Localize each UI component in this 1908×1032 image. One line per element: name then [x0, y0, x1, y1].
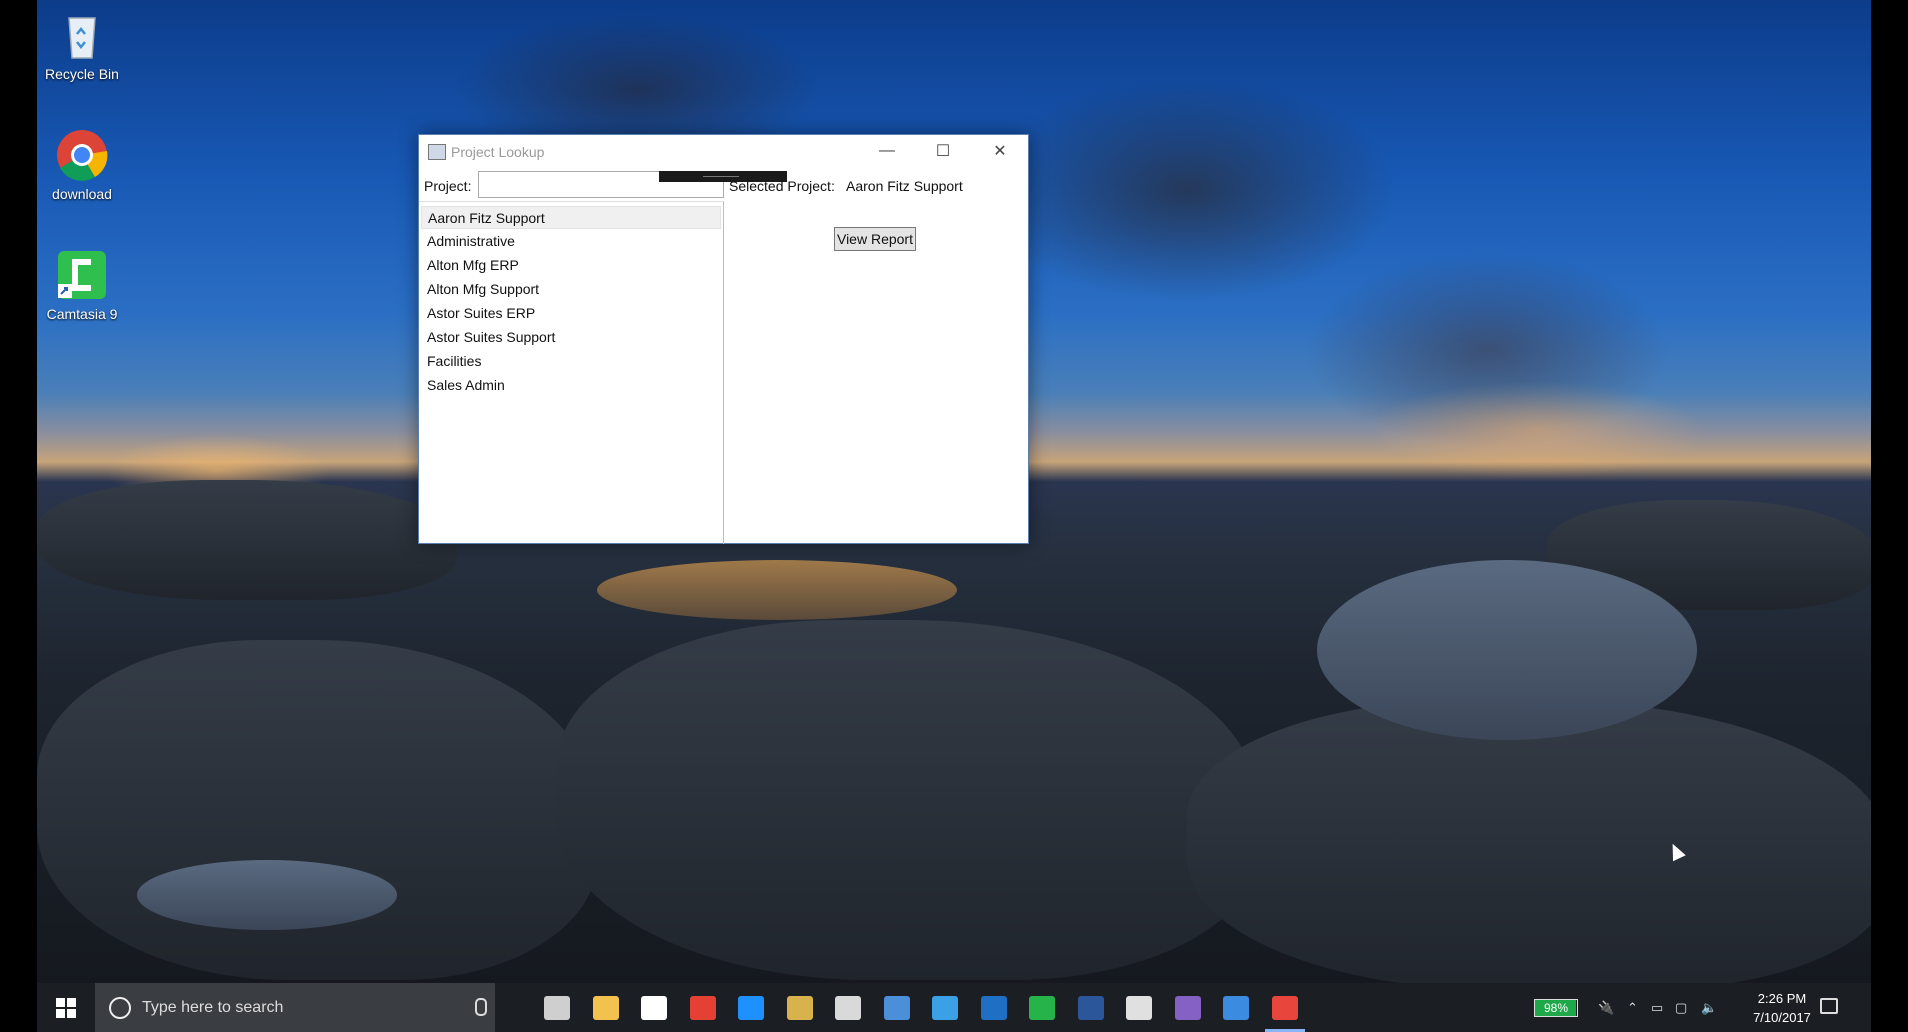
network-icon[interactable]: ▢: [1675, 1000, 1687, 1016]
taskbar-app-chrome[interactable]: [679, 983, 727, 1032]
project-list-item[interactable]: Aaron Fitz Support: [421, 206, 721, 229]
desktop-icon-label: download: [52, 186, 112, 202]
selected-project-value: Aaron Fitz Support: [846, 178, 963, 194]
word-icon: [1077, 995, 1104, 1020]
close-icon: ✕: [993, 143, 1007, 160]
taskbar-app-app-window[interactable]: [1212, 983, 1260, 1032]
microphone-icon[interactable]: [475, 998, 487, 1016]
selected-project-label: Selected Project:: [729, 178, 835, 194]
project-list-item[interactable]: Facilities: [421, 350, 721, 373]
wallpaper-water: [137, 860, 397, 930]
windows-logo-icon: [56, 997, 76, 1018]
taskbar-app-paint[interactable]: [824, 983, 872, 1032]
taskbar-app-power-bi[interactable]: [873, 983, 921, 1032]
taskbar-clock[interactable]: 2:26 PM 7/10/2017: [1742, 989, 1822, 1027]
taskbar-app-camtasia[interactable]: [1018, 983, 1066, 1032]
edge-icon: [738, 995, 764, 1020]
project-list-item[interactable]: Sales Admin: [421, 374, 721, 397]
project-lookup-window: Project Lookup — ☐ ✕ Project: Aaron Fitz…: [418, 134, 1029, 544]
wallpaper-rock: [37, 480, 457, 600]
maximize-button[interactable]: ☐: [915, 135, 971, 167]
taskbar-app-calendar[interactable]: [1115, 983, 1163, 1032]
paint-icon: [835, 995, 861, 1020]
project-list-item[interactable]: Administrative: [421, 230, 721, 253]
taskbar-app-camtasia-recorder[interactable]: [1261, 983, 1309, 1032]
project-list-item[interactable]: Astor Suites ERP: [421, 302, 721, 325]
close-button[interactable]: ✕: [972, 135, 1028, 167]
project-list-item[interactable]: Astor Suites Support: [421, 326, 721, 349]
taskbar-app-file-explorer[interactable]: [582, 983, 630, 1032]
search-placeholder: Type here to search: [142, 999, 284, 1016]
taskbar-app-outlook[interactable]: [970, 983, 1018, 1032]
taskbar-app-sway[interactable]: [921, 983, 969, 1032]
outlook-icon: [980, 995, 1007, 1020]
wallpaper-water: [597, 560, 957, 620]
volume-icon[interactable]: 🔈: [1701, 1000, 1717, 1016]
desktop-icon-recycle-bin[interactable]: Recycle Bin: [37, 8, 127, 82]
project-list-item[interactable]: Alton Mfg Support: [421, 278, 721, 301]
calendar-icon: [1126, 995, 1152, 1020]
taskbar-app-task-view[interactable]: [533, 983, 581, 1032]
action-center-icon[interactable]: [1820, 998, 1838, 1014]
window-app-icon: [428, 144, 446, 160]
sway-icon: [932, 995, 958, 1020]
mail-icon: [641, 995, 667, 1020]
minimize-button[interactable]: —: [859, 135, 915, 167]
recycle-bin-icon: [55, 8, 109, 62]
app-window-icon: [1223, 995, 1249, 1020]
cortana-icon: [109, 997, 131, 1019]
chrome-icon: [689, 995, 716, 1020]
taskbar-app-visual-studio[interactable]: [1164, 983, 1212, 1032]
show-hidden-icons-icon[interactable]: ⌃: [1627, 1000, 1638, 1016]
taskbar-app-app-yellow[interactable]: [776, 983, 824, 1032]
taskbar-app-mail[interactable]: [630, 983, 678, 1032]
view-report-button[interactable]: View Report: [834, 227, 916, 251]
camtasia-recorder-icon: [1271, 995, 1298, 1020]
maximize-icon: ☐: [935, 143, 951, 160]
app-yellow-icon: [786, 995, 813, 1020]
file-explorer-icon: [592, 995, 619, 1020]
taskbar-search-box[interactable]: Type here to search: [95, 983, 495, 1032]
desktop-icon-camtasia[interactable]: Camtasia 9: [37, 248, 127, 322]
desktop-icon-download[interactable]: download: [37, 128, 127, 202]
desktop-icon-label: Recycle Bin: [45, 66, 119, 82]
taskbar-app-word[interactable]: [1067, 983, 1115, 1032]
window-title: Project Lookup: [451, 144, 545, 160]
battery-indicator[interactable]: 98%: [1534, 999, 1578, 1017]
camtasia-icon: [55, 248, 109, 302]
clock-date: 7/10/2017: [1753, 1010, 1811, 1025]
wallpaper-rock: [37, 640, 597, 980]
visual-studio-icon: [1174, 995, 1201, 1020]
project-list[interactable]: Aaron Fitz Support Administrative Alton Mf…: [419, 201, 724, 544]
power-plug-icon: 🔌: [1598, 1000, 1615, 1015]
taskbar-app-edge[interactable]: [727, 983, 775, 1032]
task-view-icon: [544, 995, 570, 1020]
taskbar: Type here to search 98% 🔌 ⌃ ▭ ▢ 🔈 2:26 P…: [37, 983, 1871, 1032]
project-list-item[interactable]: Alton Mfg ERP: [421, 254, 721, 277]
wallpaper-water: [1317, 560, 1697, 740]
camtasia-icon: [1029, 995, 1055, 1020]
battery-tray-icon[interactable]: ▭: [1651, 1000, 1663, 1016]
desktop-icon-label: Camtasia 9: [46, 306, 118, 322]
project-label: Project:: [424, 178, 472, 194]
minimize-icon: —: [879, 142, 895, 159]
title-bar[interactable]: Project Lookup — ☐ ✕: [419, 135, 1028, 167]
power-bi-icon: [883, 995, 910, 1020]
chrome-icon: [55, 128, 109, 182]
clock-time: 2:26 PM: [1757, 991, 1807, 1006]
start-button[interactable]: [37, 983, 95, 1032]
wallpaper-rock: [557, 620, 1257, 980]
battery-percent: 98%: [1543, 1001, 1569, 1015]
wallpaper-rock: [1187, 700, 1871, 983]
